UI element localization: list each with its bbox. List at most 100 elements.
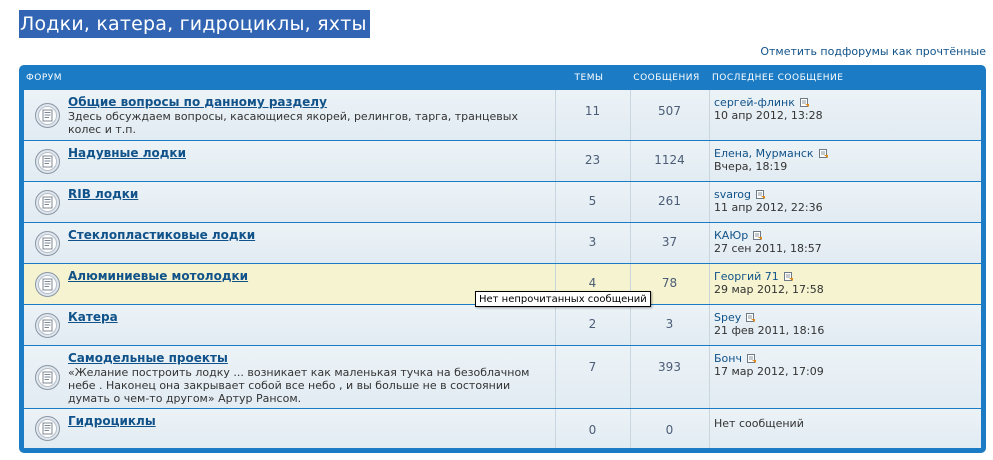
- last-post-cell: Георгий 71 29 мар 2012, 17:58: [709, 264, 981, 304]
- forum-read-icon: [35, 149, 60, 174]
- view-latest-post-icon[interactable]: [755, 190, 765, 199]
- posts-count-cell: 1124: [630, 141, 710, 181]
- last-post-cell: Бонч 17 мар 2012, 17:09: [709, 346, 981, 408]
- last-post-date: 11 апр 2012, 22:36: [714, 201, 823, 214]
- header-posts: СООБЩЕНИЯ: [633, 73, 700, 83]
- topics-count: 23: [584, 153, 601, 167]
- posts-count-cell: 37: [630, 223, 710, 263]
- forum-read-icon: [35, 272, 60, 297]
- topics-count-cell: 7: [555, 346, 631, 408]
- forum-rows: Общие вопросы по данному разделу Здесь о…: [24, 90, 981, 448]
- forum-title-cell: Самодельные проекты «Желание построить л…: [24, 346, 556, 408]
- posts-count: 1124: [654, 153, 685, 167]
- posts-count-cell: 393: [630, 346, 710, 408]
- tooltip: Нет непрочитанных сообщений: [475, 291, 651, 307]
- posts-count: 37: [661, 235, 678, 249]
- topics-count-cell: 0: [555, 409, 631, 448]
- view-latest-post-icon[interactable]: [746, 313, 756, 322]
- last-post-author-line: Spey: [714, 311, 756, 324]
- last-post-date: 21 фев 2011, 18:16: [714, 324, 825, 337]
- last-post-author-line: svarog: [714, 188, 765, 201]
- forum-row: RIB лодки 5 261 svarog 11 апр 2012, 22:3…: [24, 182, 981, 223]
- header-topics: ТЕМЫ: [574, 73, 604, 83]
- topics-count: 3: [588, 235, 597, 249]
- forum-read-icon: [35, 416, 60, 441]
- last-post-cell: КАЮр 27 сен 2011, 18:57: [709, 223, 981, 263]
- posts-count-cell: 507: [630, 90, 710, 140]
- last-post-author-link[interactable]: svarog: [714, 188, 751, 201]
- forum-read-icon: [35, 313, 60, 338]
- forum-title-link[interactable]: RIB лодки: [68, 187, 138, 201]
- forum-row: Катера 2 3 Spey 21 фев 2011, 18:16: [24, 305, 981, 346]
- page-title: Лодки, катера, гидроциклы, яхты: [19, 10, 370, 38]
- last-post-author-link[interactable]: Бонч: [714, 352, 742, 365]
- forum-title-cell: Общие вопросы по данному разделу Здесь о…: [24, 90, 556, 140]
- forum-row: Надувные лодки 23 1124 Елена, Мурманск В…: [24, 141, 981, 182]
- posts-count: 78: [661, 276, 678, 290]
- topics-count: 7: [588, 360, 597, 374]
- last-post-date: Вчера, 18:19: [714, 160, 788, 173]
- forum-title-link[interactable]: Стеклопластиковые лодки: [68, 228, 255, 242]
- forum-row: Гидроциклы 0 0 Нет сообщений: [24, 409, 981, 448]
- last-post-date: 17 мар 2012, 17:09: [714, 365, 824, 378]
- last-post-author-link[interactable]: КАЮр: [714, 229, 748, 242]
- forum-title-link[interactable]: Алюминиевые мотолодки: [68, 269, 248, 283]
- posts-count-cell: 261: [630, 182, 710, 222]
- topics-count: 11: [584, 104, 601, 118]
- topics-count-cell: 3: [555, 223, 631, 263]
- last-post-date: 27 сен 2011, 18:57: [714, 242, 822, 255]
- posts-count: 261: [658, 194, 681, 208]
- forum-title-cell: Надувные лодки: [24, 141, 556, 181]
- last-post-author-link[interactable]: Елена, Мурманск: [714, 147, 814, 160]
- last-post-author-line: КАЮр: [714, 229, 763, 242]
- last-post-cell: Spey 21 фев 2011, 18:16: [709, 305, 981, 345]
- posts-count: 3: [665, 317, 674, 331]
- last-post-date: 29 мар 2012, 17:58: [714, 283, 824, 296]
- forum-row: Стеклопластиковые лодки 3 37 КАЮр 27 сен…: [24, 223, 981, 264]
- last-post-date: 10 апр 2012, 13:28: [714, 109, 823, 122]
- last-post-author-line: Елена, Мурманск: [714, 147, 828, 160]
- last-post-cell: сергей-флинк 10 апр 2012, 13:28: [709, 90, 981, 140]
- topics-count: 4: [588, 276, 597, 290]
- forum-description: Здесь обсуждаем вопросы, касающиеся якор…: [68, 110, 518, 136]
- no-posts-label: Нет сообщений: [714, 417, 804, 430]
- forum-row: Общие вопросы по данному разделу Здесь о…: [24, 90, 981, 141]
- last-post-author-line: Георгий 71: [714, 270, 793, 283]
- view-latest-post-icon[interactable]: [799, 98, 809, 107]
- forum-row: Самодельные проекты «Желание построить л…: [24, 346, 981, 409]
- view-latest-post-icon[interactable]: [818, 149, 828, 158]
- forum-title-link[interactable]: Самодельные проекты: [68, 351, 228, 365]
- header-forum: ФОРУМ: [26, 73, 63, 83]
- last-post-author-link[interactable]: Spey: [714, 311, 741, 324]
- forum-read-icon: [35, 231, 60, 256]
- forum-title-link[interactable]: Катера: [68, 310, 118, 324]
- forum-title-cell: RIB лодки: [24, 182, 556, 222]
- topics-count-cell: 5: [555, 182, 631, 222]
- topics-count: 5: [588, 194, 597, 208]
- last-post-author-link[interactable]: Георгий 71: [714, 270, 779, 283]
- forum-title-cell: Стеклопластиковые лодки: [24, 223, 556, 263]
- forum-read-icon: [35, 190, 60, 215]
- forum-title-link[interactable]: Надувные лодки: [68, 146, 186, 160]
- view-latest-post-icon[interactable]: [753, 231, 763, 240]
- last-post-author-line: Бонч: [714, 352, 756, 365]
- last-post-author-line: сергей-флинк: [714, 96, 809, 109]
- forum-read-icon: [35, 103, 60, 128]
- forum-title-link[interactable]: Гидроциклы: [68, 414, 156, 428]
- forum-title-link[interactable]: Общие вопросы по данному разделу: [68, 95, 327, 109]
- posts-count-cell: 3: [630, 305, 710, 345]
- posts-count: 0: [665, 423, 674, 437]
- header-last-post: ПОСЛЕДНЕЕ СООБЩЕНИЕ: [712, 73, 844, 83]
- mark-subforums-read-link[interactable]: Отметить подфорумы как прочтённые: [760, 45, 986, 58]
- topics-count: 0: [588, 423, 597, 437]
- view-latest-post-icon[interactable]: [783, 272, 793, 281]
- last-post-author-link[interactable]: сергей-флинк: [714, 96, 795, 109]
- last-post-cell: svarog 11 апр 2012, 22:36: [709, 182, 981, 222]
- view-latest-post-icon[interactable]: [746, 354, 756, 363]
- forum-list: ФОРУМ ТЕМЫ СООБЩЕНИЯ ПОСЛЕДНЕЕ СООБЩЕНИЕ…: [19, 65, 986, 453]
- forum-title-cell: Катера: [24, 305, 556, 345]
- forum-title-cell: Гидроциклы: [24, 409, 556, 448]
- last-post-cell: Нет сообщений: [709, 409, 981, 448]
- topics-count-cell: 11: [555, 90, 631, 140]
- posts-count: 393: [658, 360, 681, 374]
